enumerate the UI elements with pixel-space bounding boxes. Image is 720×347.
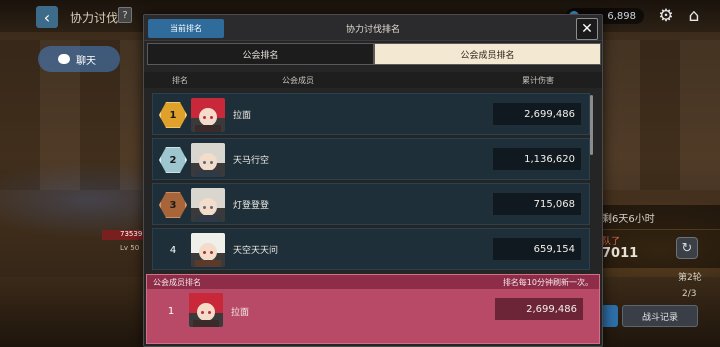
- ranking-modal: 当前排名 协力讨伐排名 ✕ 公会排名 公会成员排名 排名 公会成员 累计伤害 1…: [143, 14, 603, 347]
- chat-bubble-icon: [58, 54, 70, 64]
- column-headers: 排名 公会成员 累计伤害: [144, 72, 602, 88]
- table-row[interactable]: 4 天空天天问 659,154: [152, 228, 590, 270]
- round-count: 2/3: [682, 289, 697, 299]
- tab-member-ranking[interactable]: 公会成员排名: [374, 43, 601, 65]
- back-button[interactable]: ‹: [36, 6, 58, 28]
- level-label: Lv 50: [120, 244, 140, 252]
- ranking-tabs: 公会排名 公会成员排名: [147, 43, 601, 65]
- avatar: [191, 98, 225, 132]
- rank-badge-silver: 2: [159, 146, 187, 174]
- settings-button[interactable]: ⚙: [655, 6, 677, 26]
- table-row[interactable]: 2 天马行空 1,136,620: [152, 138, 590, 180]
- my-name: 拉面: [231, 308, 250, 318]
- my-rank-panel: 公会成员排名 排名每10分钟刷新一次。 1 拉面 2,699,486: [146, 274, 600, 344]
- refresh-note: 排名每10分钟刷新一次。: [502, 278, 593, 287]
- help-button[interactable]: ?: [118, 7, 132, 23]
- hp-bar: 73539: [102, 230, 144, 240]
- list-scrollbar[interactable]: [590, 95, 593, 155]
- refresh-button[interactable]: ↻: [676, 237, 698, 259]
- damage-value: 2,699,486: [493, 103, 581, 125]
- boss-info-panel: 队了 7011: [598, 230, 720, 268]
- refresh-icon: ↻: [681, 240, 693, 256]
- rank-number: 4: [169, 244, 177, 256]
- damage-value: 1,136,620: [493, 148, 581, 170]
- member-name: 灯登登登: [233, 201, 270, 211]
- ranking-list[interactable]: 1 拉面 2,699,486 2 天马行空 1,136,620 3 灯登登登 7…: [148, 91, 598, 273]
- my-rank-header: 公会成员排名 排名每10分钟刷新一次。: [147, 275, 599, 289]
- modal-header: 当前排名 协力讨伐排名 ✕: [144, 15, 602, 41]
- column-rank: 排名: [172, 76, 188, 85]
- avatar: [191, 143, 225, 177]
- home-button[interactable]: ⌂: [683, 6, 705, 26]
- table-row[interactable]: 1 拉面 2,699,486: [152, 93, 590, 135]
- member-name: 拉面: [233, 111, 252, 121]
- member-name: 天马行空: [233, 156, 270, 166]
- avatar: [191, 233, 225, 267]
- my-rank-title: 公会成员排名: [153, 278, 201, 287]
- my-damage-value: 2,699,486: [495, 298, 583, 320]
- tab-guild-ranking[interactable]: 公会排名: [147, 43, 374, 65]
- column-member: 公会成员: [282, 76, 314, 85]
- rank-number: 3: [169, 199, 177, 211]
- rank-badge-bronze: 3: [159, 191, 187, 219]
- damage-value: 715,068: [493, 193, 581, 215]
- battle-log-button[interactable]: 战斗记录: [622, 305, 698, 327]
- currency-value: 6,898: [607, 10, 636, 22]
- column-damage: 累计伤害: [522, 76, 554, 85]
- damage-value: 659,154: [493, 238, 581, 260]
- round-label: 第2轮: [678, 273, 702, 283]
- remaining-time: 剩6天6小时: [598, 205, 720, 229]
- close-button[interactable]: ✕: [576, 18, 598, 40]
- boss-info-big: 7011: [602, 246, 639, 261]
- back-arrow-icon: ‹: [43, 7, 51, 27]
- rank-number: 2: [169, 154, 177, 166]
- my-rank-number: 1: [167, 305, 175, 317]
- table-row[interactable]: 3 灯登登登 715,068: [152, 183, 590, 225]
- avatar: [191, 188, 225, 222]
- current-rank-tag[interactable]: 当前排名: [148, 19, 224, 38]
- member-name: 天空天天问: [233, 246, 279, 256]
- my-avatar: [189, 293, 223, 327]
- rank-badge-gold: 1: [159, 101, 187, 129]
- close-icon: ✕: [581, 21, 593, 37]
- chat-button[interactable]: 聊天: [38, 46, 120, 72]
- rank-number: 1: [169, 109, 177, 121]
- screen-title: 协力讨伐: [70, 11, 119, 25]
- chat-label: 聊天: [76, 55, 96, 67]
- home-icon: ⌂: [688, 6, 700, 26]
- gear-icon: ⚙: [658, 6, 674, 26]
